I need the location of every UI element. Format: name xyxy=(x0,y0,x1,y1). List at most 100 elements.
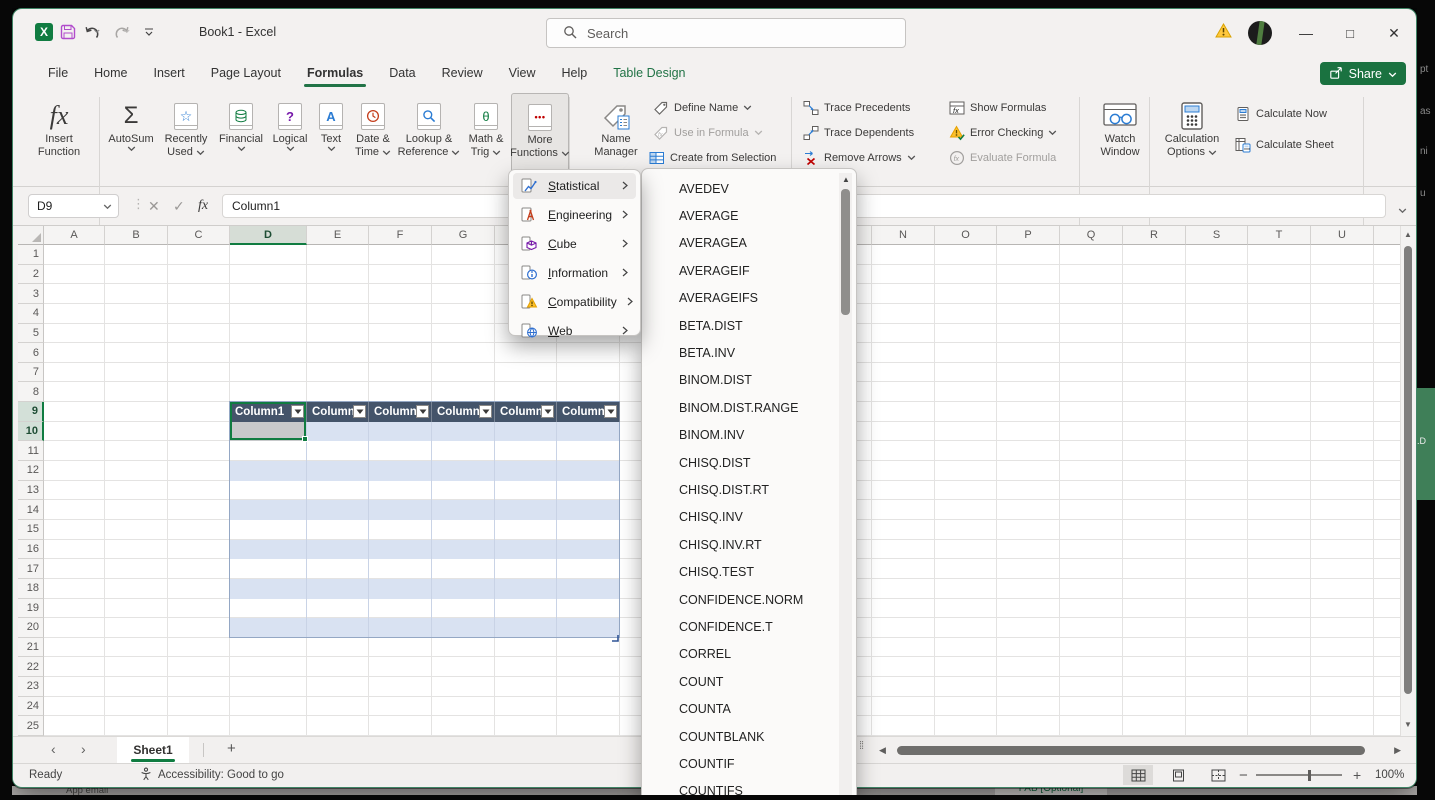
function-item-averageif[interactable]: AVERAGEIF xyxy=(642,257,856,284)
function-item-count[interactable]: COUNT xyxy=(642,668,856,695)
fill-handle[interactable] xyxy=(302,436,308,442)
row-header-5[interactable]: 5 xyxy=(18,324,44,344)
row-header-14[interactable]: 14 xyxy=(18,500,44,520)
select-all-corner[interactable] xyxy=(18,226,44,245)
column-header-U[interactable]: U xyxy=(1311,226,1374,245)
column-header-N[interactable]: N xyxy=(872,226,935,245)
function-item-countif[interactable]: COUNTIF xyxy=(642,750,856,777)
column-header-G[interactable]: G xyxy=(432,226,495,245)
horizontal-scrollbar[interactable]: ◀ ▶ xyxy=(875,743,1403,757)
zoom-slider[interactable] xyxy=(1256,774,1342,776)
submenu-scroll-thumb[interactable] xyxy=(841,189,850,315)
function-item-average[interactable]: AVERAGE xyxy=(642,202,856,229)
menu-item-information[interactable]: Information xyxy=(513,260,636,286)
table-resize-handle[interactable] xyxy=(611,629,619,647)
column-header-B[interactable]: B xyxy=(105,226,168,245)
new-sheet-button[interactable]: + xyxy=(227,740,236,757)
column-header-O[interactable]: O xyxy=(935,226,997,245)
column-header-F[interactable]: F xyxy=(369,226,432,245)
function-item-confidence.norm[interactable]: CONFIDENCE.NORM xyxy=(642,586,856,613)
row-header-21[interactable]: 21 xyxy=(18,638,44,658)
page-layout-view-button[interactable] xyxy=(1163,765,1193,785)
function-item-correl[interactable]: CORREL xyxy=(642,641,856,668)
function-item-confidence.t[interactable]: CONFIDENCE.T xyxy=(642,613,856,640)
row-header-24[interactable]: 24 xyxy=(18,697,44,717)
accessibility-status[interactable]: Accessibility: Good to go xyxy=(139,764,284,786)
column-header-E[interactable]: E xyxy=(307,226,369,245)
sheet-tab-sheet1[interactable]: Sheet1 xyxy=(117,737,189,763)
row-header-19[interactable]: 19 xyxy=(18,599,44,619)
function-item-chisq.dist.rt[interactable]: CHISQ.DIST.RT xyxy=(642,476,856,503)
zoom-out-button[interactable]: − xyxy=(1239,764,1248,786)
column-header-Q[interactable]: Q xyxy=(1060,226,1123,245)
zoom-in-button[interactable]: + xyxy=(1353,764,1361,786)
function-item-counta[interactable]: COUNTA xyxy=(642,695,856,722)
filter-button[interactable] xyxy=(416,405,429,418)
column-header-partial[interactable] xyxy=(1374,226,1402,245)
column-header-P[interactable]: P xyxy=(997,226,1060,245)
horizontal-scroll-thumb[interactable] xyxy=(897,746,1365,755)
row-header-20[interactable]: 20 xyxy=(18,618,44,638)
next-sheet-icon[interactable]: › xyxy=(81,741,86,757)
function-item-averagea[interactable]: AVERAGEA xyxy=(642,230,856,257)
zoom-level[interactable]: 100% xyxy=(1375,764,1404,786)
vertical-scroll-thumb[interactable] xyxy=(1404,246,1412,694)
page-break-view-button[interactable] xyxy=(1203,765,1233,785)
scroll-right-icon[interactable]: ▶ xyxy=(1394,745,1401,756)
row-header-18[interactable]: 18 xyxy=(18,579,44,599)
function-item-avedev[interactable]: AVEDEV xyxy=(642,175,856,202)
function-item-chisq.test[interactable]: CHISQ.TEST xyxy=(642,558,856,585)
column-header-R[interactable]: R xyxy=(1123,226,1186,245)
column-header-S[interactable]: S xyxy=(1186,226,1248,245)
row-header-15[interactable]: 15 xyxy=(18,520,44,540)
filter-button[interactable] xyxy=(604,405,617,418)
tab-splitter-handle[interactable]: ⁞⁞ xyxy=(859,740,863,752)
menu-item-cube[interactable]: Cube xyxy=(513,231,636,257)
function-item-binom.inv[interactable]: BINOM.INV xyxy=(642,422,856,449)
function-item-binom.dist[interactable]: BINOM.DIST xyxy=(642,367,856,394)
function-item-binom.dist.range[interactable]: BINOM.DIST.RANGE xyxy=(642,394,856,421)
scroll-down-icon[interactable]: ▼ xyxy=(1404,720,1412,729)
row-header-23[interactable]: 23 xyxy=(18,677,44,697)
column-header-T[interactable]: T xyxy=(1248,226,1311,245)
menu-item-engineering[interactable]: Engineering xyxy=(513,202,636,228)
function-item-chisq.inv.rt[interactable]: CHISQ.INV.RT xyxy=(642,531,856,558)
menu-item-statistical[interactable]: Statistical xyxy=(513,173,636,199)
row-header-10[interactable]: 10 xyxy=(18,422,44,442)
filter-button[interactable] xyxy=(353,405,366,418)
function-item-beta.inv[interactable]: BETA.INV xyxy=(642,339,856,366)
row-header-1[interactable]: 1 xyxy=(18,245,44,265)
row-header-17[interactable]: 17 xyxy=(18,559,44,579)
vertical-scrollbar[interactable]: ▲▼ xyxy=(1400,226,1414,736)
filter-button[interactable] xyxy=(479,405,492,418)
scroll-left-icon[interactable]: ◀ xyxy=(879,745,886,756)
function-item-chisq.inv[interactable]: CHISQ.INV xyxy=(642,504,856,531)
row-header-7[interactable]: 7 xyxy=(18,363,44,383)
row-header-4[interactable]: 4 xyxy=(18,304,44,324)
filter-button[interactable] xyxy=(541,405,554,418)
row-header-16[interactable]: 16 xyxy=(18,540,44,560)
row-header-2[interactable]: 2 xyxy=(18,265,44,285)
row-header-8[interactable]: 8 xyxy=(18,382,44,402)
scroll-up-icon[interactable]: ▲ xyxy=(1404,230,1412,239)
function-item-countblank[interactable]: COUNTBLANK xyxy=(642,723,856,750)
row-header-9[interactable]: 9 xyxy=(18,402,44,422)
row-header-13[interactable]: 13 xyxy=(18,481,44,501)
prev-sheet-icon[interactable]: ‹ xyxy=(51,741,56,757)
normal-view-button[interactable] xyxy=(1123,765,1153,785)
row-header-22[interactable]: 22 xyxy=(18,657,44,677)
row-header-11[interactable]: 11 xyxy=(18,441,44,461)
zoom-slider-thumb[interactable] xyxy=(1308,770,1311,781)
row-header-6[interactable]: 6 xyxy=(18,343,44,363)
row-header-12[interactable]: 12 xyxy=(18,461,44,481)
function-item-beta.dist[interactable]: BETA.DIST xyxy=(642,312,856,339)
row-header-25[interactable]: 25 xyxy=(18,716,44,736)
row-header-3[interactable]: 3 xyxy=(18,284,44,304)
function-item-averageifs[interactable]: AVERAGEIFS xyxy=(642,285,856,312)
menu-item-web[interactable]: Web xyxy=(513,318,636,344)
function-item-chisq.dist[interactable]: CHISQ.DIST xyxy=(642,449,856,476)
menu-item-compatibility[interactable]: Compatibility xyxy=(513,289,636,315)
column-header-A[interactable]: A xyxy=(44,226,105,245)
column-header-D[interactable]: D xyxy=(230,226,307,245)
column-header-C[interactable]: C xyxy=(168,226,230,245)
